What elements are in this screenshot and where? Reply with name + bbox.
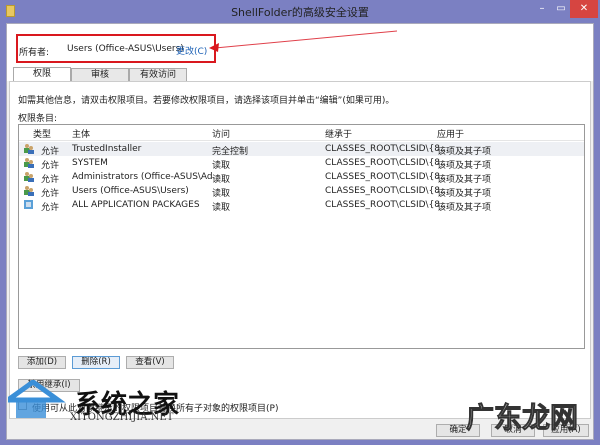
list-label: 权限条目:: [18, 114, 58, 124]
view-button[interactable]: 查看(V): [126, 356, 174, 369]
description-text: 如需其他信息，请双击权限项目。若要修改权限项目，请选择该项目并单击“编辑”(如果…: [18, 96, 395, 106]
cell-access: 读取: [212, 203, 231, 213]
title-bar: ShellFolder的高级安全设置 – ▭ ✕: [0, 0, 600, 22]
tab-permissions[interactable]: 权限: [13, 67, 71, 82]
table-row[interactable]: 允许 Users (Office-ASUS\Users) 读取 CLASSES_ROO…: [19, 184, 584, 199]
tab-auditing[interactable]: 审核: [71, 68, 129, 82]
table-row[interactable]: 允许 SYSTEM 读取 CLASSES_ROOT\CLSID\{8... 该项及其子项: [19, 156, 584, 171]
permissions-panel: 如需其他信息，请双击权限项目。若要修改权限项目，请选择该项目并单击“编辑”(如果…: [9, 81, 591, 419]
maximize-button[interactable]: ▭: [552, 0, 570, 18]
users-icon: [24, 144, 34, 154]
cell-principal: Users (Office-ASUS\Users): [72, 186, 189, 196]
column-principal[interactable]: 主体: [72, 127, 90, 140]
cell-type: 允许: [41, 203, 60, 213]
cell-principal: ALL APPLICATION PACKAGES: [72, 200, 200, 210]
users-icon: [24, 186, 34, 196]
list-header: 类型 主体 访问 继承于 应用于: [19, 125, 584, 141]
minimize-button[interactable]: –: [532, 0, 552, 18]
package-icon: [24, 200, 33, 209]
table-row[interactable]: 允许 TrustedInstaller 完全控制 CLASSES_ROOT\CLSID…: [19, 142, 584, 157]
close-button[interactable]: ✕: [570, 0, 598, 18]
add-button[interactable]: 添加(D): [18, 356, 66, 369]
annotation-arrow: [209, 30, 398, 52]
column-applies-to[interactable]: 应用于: [437, 127, 464, 140]
cell-applies-to: 该项及其子项: [437, 203, 492, 213]
permission-entries-list[interactable]: 类型 主体 访问 继承于 应用于 允许 TrustedInstaller 完全控制 C…: [18, 124, 585, 349]
column-type[interactable]: 类型: [33, 127, 51, 140]
tab-effective-access[interactable]: 有效访问: [129, 68, 187, 82]
cell-principal: SYSTEM: [72, 158, 108, 168]
cell-inherited-from: CLASSES_ROOT\CLSID\{8...: [325, 144, 449, 154]
watermark-site2: 广东龙网: [465, 401, 579, 435]
table-row[interactable]: 允许 ALL APPLICATION PACKAGES 读取 CLASSES_ROOT…: [19, 198, 584, 213]
remove-button[interactable]: 删除(R): [72, 356, 120, 369]
dialog-body: 所有者: Users (Office-ASUS\Users) 更改(C) 权限 …: [6, 23, 594, 440]
column-inherited-from[interactable]: 继承于: [325, 127, 352, 140]
watermark-site1-url: XITONGZHIJIA.NET: [70, 412, 174, 423]
cell-principal: TrustedInstaller: [72, 144, 142, 154]
table-row[interactable]: 允许 Administrators (Office-ASUS\Ad... 读取 CLA…: [19, 170, 584, 185]
cell-inherited-from: CLASSES_ROOT\CLSID\{8...: [325, 186, 449, 196]
users-icon: [24, 158, 34, 168]
users-icon: [24, 172, 34, 182]
cell-principal: Administrators (Office-ASUS\Ad...: [72, 172, 222, 182]
cell-inherited-from: CLASSES_ROOT\CLSID\{8...: [325, 172, 449, 182]
window-title: ShellFolder的高级安全设置: [231, 6, 369, 19]
cell-inherited-from: CLASSES_ROOT\CLSID\{8...: [325, 158, 449, 168]
column-access[interactable]: 访问: [212, 127, 230, 140]
cell-inherited-from: CLASSES_ROOT\CLSID\{8...: [325, 200, 449, 210]
site-logo-house-icon: [0, 378, 68, 422]
